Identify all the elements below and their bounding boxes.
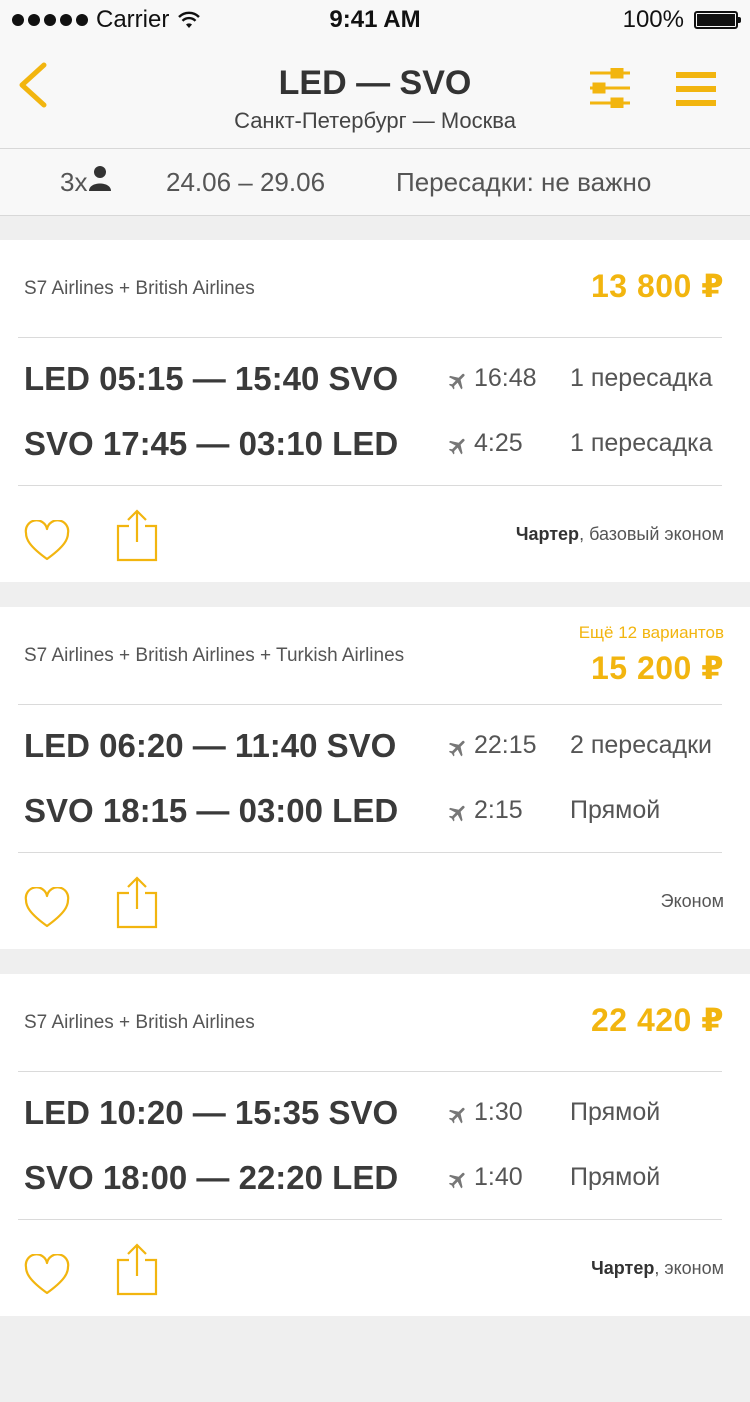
battery-percent: 100% [622, 6, 684, 33]
fare-type: Чартер [515, 524, 580, 544]
leg-route: SVO 18:15 — 03:00 LED [24, 792, 399, 829]
divider [18, 337, 722, 338]
route-title: LED — SVO [278, 64, 472, 102]
more-options-link[interactable]: Ещё 12 вариантов [579, 623, 724, 643]
plane-icon [448, 1172, 465, 1189]
leg-stops: Прямой [570, 1098, 661, 1126]
fare-detail: Эконом [660, 891, 724, 911]
airlines: S7 Airlines + British Airlines + Turkish… [24, 645, 405, 666]
price: 22 420 ₽ [590, 1002, 724, 1038]
leg-duration: 22:15 [474, 731, 537, 759]
heart-icon[interactable] [24, 887, 70, 929]
flight-leg: SVO 18:15 — 03:00 LED 2:15 Прямой [0, 792, 750, 842]
transfers-filter: Пересадки: не важно [396, 167, 652, 197]
fare-detail: , базовый эконом [579, 524, 724, 544]
status-bar: Carrier 9:41 AM 100% [0, 0, 750, 40]
airlines: S7 Airlines + British Airlines [24, 1012, 255, 1033]
menu-icon[interactable] [676, 72, 716, 106]
divider [18, 485, 722, 486]
leg-route: SVO 17:45 — 03:10 LED [24, 425, 399, 462]
flight-leg: LED 06:20 — 11:40 SVO 22:15 2 пересадки [0, 727, 750, 777]
fare-type: Чартер [591, 1258, 655, 1278]
fare-class: Чартер, базовый эконом [516, 524, 724, 545]
leg-route: LED 10:20 — 15:35 SVO [24, 1094, 399, 1131]
flight-leg: LED 10:20 — 15:35 SVO 1:30 Прямой [0, 1094, 750, 1144]
flight-leg: SVO 17:45 — 03:10 LED 4:25 1 пересадка [0, 425, 750, 475]
filter-sliders-icon[interactable] [588, 68, 632, 108]
navigation-bar: LED — SVO Санкт-Петербург — Москва [0, 40, 750, 148]
passengers-label: 3x [60, 167, 88, 197]
plane-icon [448, 438, 465, 455]
leg-duration: 1:30 [474, 1098, 523, 1126]
divider [18, 852, 722, 853]
fare-class: Чартер, эконом [591, 1258, 724, 1279]
flight-leg: LED 05:15 — 15:40 SVO 16:48 1 пересадка [0, 360, 750, 410]
price: 13 800 ₽ [590, 268, 724, 304]
heart-icon[interactable] [24, 1254, 70, 1296]
leg-duration: 1:40 [474, 1163, 523, 1191]
plane-icon [448, 373, 465, 390]
share-icon[interactable] [116, 1242, 158, 1296]
result-card[interactable]: S7 Airlines + British Airlines 22 420 ₽ … [0, 974, 750, 1316]
leg-stops: 2 пересадки [570, 731, 712, 759]
leg-duration: 2:15 [474, 796, 523, 824]
divider [18, 704, 722, 705]
heart-icon[interactable] [24, 520, 70, 562]
route-subtitle: Санкт-Петербург — Москва [234, 108, 516, 133]
leg-route: LED 06:20 — 11:40 SVO [24, 727, 397, 764]
fare-class: Эконом [661, 891, 724, 912]
fare-detail: , эконом [654, 1258, 724, 1278]
leg-stops: Прямой [570, 1163, 661, 1191]
plane-icon [448, 805, 465, 822]
divider [18, 1219, 722, 1220]
leg-route: LED 05:15 — 15:40 SVO [24, 360, 399, 397]
leg-duration: 16:48 [474, 364, 537, 392]
travel-dates: 24.06 – 29.06 [166, 167, 326, 197]
passengers-count: 3x [60, 166, 112, 198]
search-summary[interactable]: 3x 24.06 – 29.06 Пересадки: не важно [0, 148, 750, 216]
share-icon[interactable] [116, 875, 158, 929]
result-card[interactable]: S7 Airlines + British Airlines + Turkish… [0, 607, 750, 949]
share-icon[interactable] [116, 508, 158, 562]
leg-stops: Прямой [570, 796, 661, 824]
leg-stops: 1 пересадка [570, 429, 713, 457]
result-card[interactable]: S7 Airlines + British Airlines 13 800 ₽ … [0, 240, 750, 582]
plane-icon [448, 1107, 465, 1124]
price: 15 200 ₽ [590, 650, 724, 686]
leg-duration: 4:25 [474, 429, 523, 457]
plane-icon [448, 740, 465, 757]
divider [18, 1071, 722, 1072]
battery-icon [694, 11, 741, 29]
flight-leg: SVO 18:00 — 22:20 LED 1:40 Прямой [0, 1159, 750, 1209]
person-icon [89, 166, 112, 191]
leg-route: SVO 18:00 — 22:20 LED [24, 1159, 399, 1196]
leg-stops: 1 пересадка [570, 364, 713, 392]
airlines: S7 Airlines + British Airlines [24, 278, 255, 299]
